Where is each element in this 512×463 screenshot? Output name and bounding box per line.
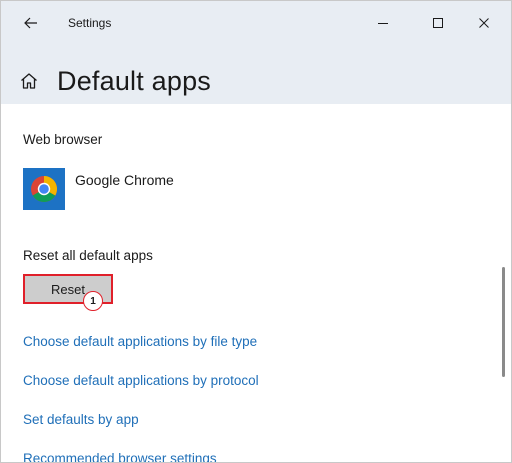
minimize-icon <box>378 23 388 24</box>
maximize-button[interactable] <box>424 9 452 37</box>
default-browser-app[interactable]: Google Chrome <box>23 168 174 210</box>
arrow-left-icon <box>24 17 37 29</box>
app-name: Google Chrome <box>75 172 174 188</box>
page-header: Default apps <box>19 61 211 101</box>
chrome-icon <box>31 176 58 203</box>
window-title: Settings <box>68 16 112 30</box>
titlebar: Settings <box>1 1 511 45</box>
link-recommended-browser-settings[interactable]: Recommended browser settings <box>23 451 217 462</box>
minimize-button[interactable] <box>369 9 397 37</box>
app-tile <box>23 168 65 210</box>
close-icon <box>479 18 489 28</box>
close-button[interactable] <box>470 9 498 37</box>
maximize-icon <box>433 18 443 28</box>
link-set-defaults-by-app[interactable]: Set defaults by app <box>23 412 139 427</box>
reset-all-label: Reset all default apps <box>23 248 153 263</box>
scrollbar-thumb[interactable] <box>502 267 505 377</box>
web-browser-label: Web browser <box>23 132 103 147</box>
link-defaults-by-file-type[interactable]: Choose default applications by file type <box>23 334 257 349</box>
settings-window: Settings Default apps Web browser Google… <box>0 0 512 463</box>
page-title: Default apps <box>57 65 211 96</box>
back-button[interactable] <box>13 9 49 37</box>
home-icon[interactable] <box>19 69 43 93</box>
link-defaults-by-protocol[interactable]: Choose default applications by protocol <box>23 373 259 388</box>
step-number-badge: 1 <box>83 291 103 311</box>
